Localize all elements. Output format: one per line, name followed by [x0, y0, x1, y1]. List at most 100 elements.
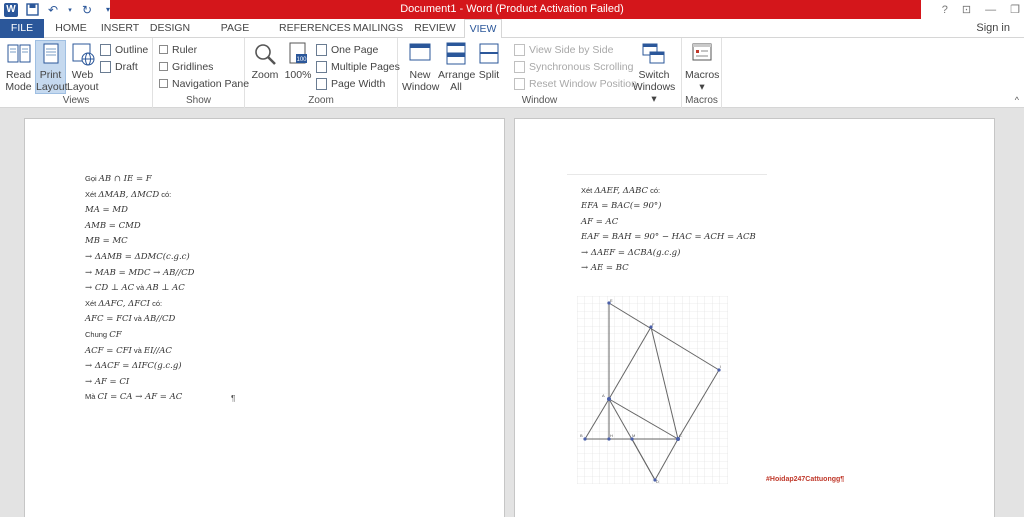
- math-line: AFC = FCI và AB//CD: [85, 314, 175, 324]
- one-page-button[interactable]: One Page: [316, 42, 378, 57]
- undo-dropdown-icon[interactable]: ▾: [67, 3, 73, 17]
- view-side-by-side-icon: [514, 43, 525, 56]
- multiple-pages-button[interactable]: Multiple Pages: [316, 59, 400, 74]
- outline-button[interactable]: Outline: [100, 42, 148, 57]
- help-icon[interactable]: ?: [942, 4, 948, 16]
- math-line-pre: Xét: [85, 189, 99, 199]
- web-layout-button[interactable]: Web Layout: [67, 41, 99, 93]
- arrange-all-button[interactable]: Arrange All: [438, 41, 476, 93]
- zoom-group: Zoom 100 100% One Page Multiple Pages Pa…: [245, 38, 400, 108]
- math-line-math: ΔMAB, ΔMCD: [98, 189, 160, 200]
- minimize-button[interactable]: —: [985, 4, 996, 16]
- tab-file[interactable]: FILE: [0, 19, 44, 38]
- arrange-all-label-1: Arrange: [438, 69, 476, 81]
- math-line: → AF = CI: [85, 377, 129, 387]
- new-window-button[interactable]: New Window: [402, 41, 439, 93]
- header-rule: [567, 174, 767, 175]
- one-page-label: One Page: [331, 43, 379, 56]
- view-side-by-side-label: View Side by Side: [529, 43, 614, 56]
- math-line-post: có:: [150, 298, 163, 308]
- reset-window-position-label: Reset Window Position: [529, 77, 637, 90]
- math-line-math: AFC = FCI: [85, 314, 132, 325]
- label-b: B: [580, 433, 583, 438]
- math-line: → AE = BC: [581, 263, 629, 273]
- math-line-math: → ΔACF = ΔIFC(g.c.g): [85, 361, 182, 372]
- zoom-100-button[interactable]: 100 100%: [283, 41, 313, 81]
- svg-text:100: 100: [296, 57, 307, 63]
- multiple-pages-label: Multiple Pages: [331, 60, 400, 73]
- math-line-post: và: [131, 345, 144, 355]
- math-line-math: EAF = BAH = 90° − HAC = ACH = ACB: [581, 232, 756, 243]
- ruler-label: Ruler: [172, 43, 198, 56]
- draft-button[interactable]: Draft: [100, 59, 138, 74]
- word-logo-icon[interactable]: W: [4, 2, 18, 17]
- math-line-math: CF: [109, 330, 122, 340]
- tab-design[interactable]: DESIGN: [149, 19, 191, 38]
- show-group: Ruler Gridlines Navigation Pane Show: [153, 38, 249, 108]
- undo-icon[interactable]: ↶: [46, 3, 60, 17]
- math-line: AMB = CMD: [85, 221, 141, 231]
- synchronous-scrolling-label: Synchronous Scrolling: [529, 60, 634, 73]
- read-mode-button[interactable]: Read Mode: [3, 41, 34, 93]
- math-line-pre: Gọi: [85, 174, 99, 183]
- split-button[interactable]: Split: [474, 41, 504, 81]
- tab-home[interactable]: HOME: [52, 19, 90, 38]
- label-d: D: [656, 479, 659, 484]
- math-line-math2: AB ⊥ AC: [146, 283, 185, 294]
- outline-icon: [100, 43, 111, 56]
- maximize-button[interactable]: ❐: [1010, 3, 1020, 16]
- draft-label: Draft: [115, 60, 138, 73]
- window-group-label: Window: [521, 95, 558, 106]
- math-line-math: → MAB = MDC → AB//CD: [85, 267, 195, 278]
- label-e: E: [610, 298, 613, 303]
- tab-mailings[interactable]: MAILINGS: [351, 19, 405, 38]
- tab-review[interactable]: REVIEW: [413, 19, 457, 38]
- web-layout-label-2: Layout: [67, 81, 99, 93]
- math-line-math: MB = MC: [85, 236, 128, 247]
- math-line-math: AF = AC: [581, 216, 619, 227]
- ruler-checkbox-box[interactable]: [159, 45, 168, 54]
- gridlines-checkbox-box[interactable]: [159, 62, 168, 71]
- macros-button[interactable]: Macros ▾: [685, 41, 719, 93]
- reset-window-position-button[interactable]: Reset Window Position: [514, 76, 637, 91]
- ruler-checkbox[interactable]: Ruler: [159, 42, 197, 57]
- navigation-pane-checkbox[interactable]: Navigation Pane: [159, 76, 249, 91]
- customize-qat-icon[interactable]: ▾: [101, 3, 115, 17]
- tab-references[interactable]: REFERENCES: [279, 19, 351, 38]
- math-line: EAF = BAH = 90° − HAC = ACH = ACB: [581, 232, 756, 242]
- math-line: → MAB = MDC → AB//CD: [85, 268, 194, 278]
- math-line-post: và: [134, 283, 147, 293]
- page-width-button[interactable]: Page Width: [316, 76, 385, 91]
- label-a: A: [602, 393, 605, 398]
- read-mode-label-2: Mode: [5, 81, 32, 93]
- print-layout-button[interactable]: Print Layout: [35, 40, 68, 94]
- ribbon-display-options-icon[interactable]: ⊡: [962, 3, 971, 16]
- tab-page-layout[interactable]: PAGE LAYOUT: [200, 19, 270, 53]
- view-side-by-side-button[interactable]: View Side by Side: [514, 42, 613, 57]
- gridlines-checkbox[interactable]: Gridlines: [159, 59, 213, 74]
- math-line: MA = MD: [85, 205, 128, 215]
- collapse-ribbon-icon[interactable]: ^: [1015, 95, 1019, 105]
- math-line: Xét ΔAEF, ΔABC có:: [581, 186, 660, 196]
- tab-view[interactable]: VIEW: [464, 19, 502, 39]
- math-line-math: AB ∩ IE = F: [98, 174, 152, 184]
- math-line-math: → CD ⊥ AC: [85, 283, 135, 294]
- macros-dropdown-icon[interactable]: ▾: [685, 81, 719, 93]
- ribbon-tabs: FILE HOME INSERT DESIGN PAGE LAYOUT REFE…: [0, 19, 1024, 53]
- synchronous-scrolling-button[interactable]: Synchronous Scrolling: [514, 59, 633, 74]
- multiple-pages-icon: [316, 60, 327, 73]
- math-line-math: AMB = CMD: [85, 220, 141, 231]
- print-layout-label-2: Layout: [36, 81, 68, 93]
- zoom-button[interactable]: Zoom: [250, 41, 280, 81]
- redo-icon[interactable]: ↻: [80, 3, 94, 17]
- math-line-math: ΔAFC, ΔFCI: [98, 298, 151, 309]
- title-bar: Document1 - Word (Product Activation Fai…: [0, 0, 1024, 19]
- tab-insert[interactable]: INSERT: [98, 19, 142, 38]
- save-icon[interactable]: [25, 3, 39, 17]
- navigation-pane-checkbox-box[interactable]: [159, 79, 168, 88]
- math-line-math: → ΔAMB = ΔDMC(c.g.c): [85, 252, 190, 262]
- math-line-math: MA = MD: [85, 205, 128, 216]
- math-line-math2: EI//AC: [143, 345, 172, 356]
- label-h: H: [610, 433, 613, 438]
- sign-in-link[interactable]: Sign in: [976, 19, 1010, 38]
